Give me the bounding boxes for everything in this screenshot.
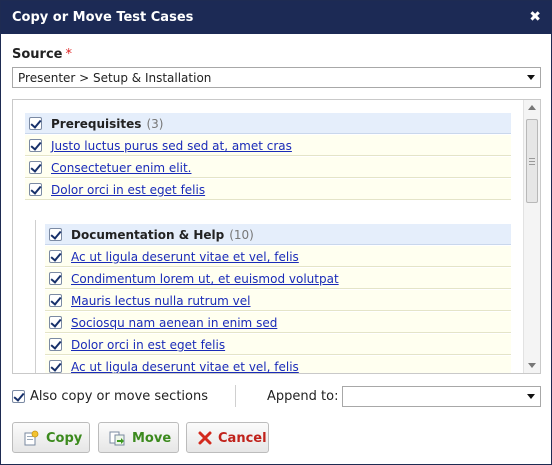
- list-item[interactable]: Ac ut ligula deserunt vitae et vel, feli…: [45, 246, 511, 267]
- checkbox-checked-icon[interactable]: [49, 338, 62, 351]
- source-label: Source *: [12, 47, 72, 62]
- checkbox-checked-icon[interactable]: [29, 139, 42, 152]
- source-select-value: Presenter > Setup & Installation: [18, 71, 212, 85]
- cancel-icon: [198, 431, 212, 445]
- close-icon[interactable]: ✖: [529, 9, 541, 25]
- checkbox-checked-icon[interactable]: [49, 228, 62, 241]
- test-case-link[interactable]: Ac ut ligula deserunt vitae et vel, feli…: [71, 250, 299, 264]
- dialog-title: Copy or Move Test Cases: [12, 10, 194, 25]
- checkbox-checked-icon[interactable]: [29, 117, 42, 130]
- test-case-link[interactable]: Dolor orci in est eget felis: [71, 338, 225, 352]
- list-item[interactable]: Dolor orci in est eget felis: [25, 179, 511, 200]
- section-count: (10): [229, 228, 254, 242]
- list-item[interactable]: Sociosqu nam aenean in enim sed: [45, 312, 511, 333]
- checkbox-checked-icon[interactable]: [49, 294, 62, 307]
- required-mark: *: [65, 47, 72, 62]
- test-case-link[interactable]: Mauris lectus nulla rutrum vel: [71, 294, 251, 308]
- also-copy-label: Also copy or move sections: [30, 389, 209, 404]
- copy-move-dialog: Copy or Move Test Cases ✖ Source * Presen…: [0, 0, 552, 465]
- list-item[interactable]: Justo luctus purus sed sed at, amet cras: [25, 135, 511, 156]
- scrollbar-thumb[interactable]: [526, 119, 538, 203]
- tree-scrollbar[interactable]: [523, 100, 540, 373]
- cancel-button-label: Cancel: [218, 431, 267, 446]
- cancel-button[interactable]: Cancel: [186, 422, 269, 453]
- move-button[interactable]: Move: [98, 422, 179, 453]
- copy-button[interactable]: Copy: [12, 422, 90, 453]
- test-case-link[interactable]: Ac ut ligula deserunt vitae et vel, feli…: [71, 360, 299, 373]
- scroll-up-icon[interactable]: [528, 105, 536, 110]
- chevron-down-icon: [527, 394, 535, 399]
- scroll-down-icon[interactable]: [528, 363, 536, 368]
- checkbox-checked-icon[interactable]: [49, 272, 62, 285]
- list-item[interactable]: Consectetuer enim elit.: [25, 157, 511, 178]
- section-name: Prerequisites: [51, 117, 142, 131]
- source-select[interactable]: Presenter > Setup & Installation: [12, 67, 541, 88]
- test-case-link[interactable]: Justo luctus purus sed sed at, amet cras: [51, 139, 292, 153]
- section-name: Documentation & Help: [71, 228, 225, 242]
- test-case-link[interactable]: Dolor orci in est eget felis: [51, 183, 205, 197]
- section-header-prerequisites[interactable]: Prerequisites (3): [25, 113, 511, 134]
- test-case-tree[interactable]: Prerequisites (3) Justo luctus purus sed …: [12, 99, 541, 374]
- move-button-label: Move: [132, 431, 172, 446]
- section-count: (3): [146, 117, 164, 131]
- checkbox-checked-icon[interactable]: [29, 161, 42, 174]
- source-label-text: Source: [12, 47, 63, 62]
- test-case-link[interactable]: Sociosqu nam aenean in enim sed: [71, 316, 277, 330]
- test-case-link[interactable]: Consectetuer enim elit.: [51, 161, 191, 175]
- checkbox-checked-icon[interactable]: [29, 183, 42, 196]
- chevron-down-icon: [527, 75, 535, 80]
- list-item[interactable]: Condimentum lorem ut, et euismod volutpa…: [45, 268, 511, 289]
- append-to-select[interactable]: [342, 386, 541, 407]
- list-item[interactable]: Ac ut ligula deserunt vitae et vel, feli…: [45, 356, 511, 373]
- copy-icon: [24, 430, 39, 446]
- test-case-link[interactable]: Condimentum lorem ut, et euismod volutpa…: [71, 272, 339, 286]
- divider: [235, 385, 236, 407]
- list-item[interactable]: Mauris lectus nulla rutrum vel: [45, 290, 511, 311]
- dialog-titlebar: Copy or Move Test Cases ✖: [1, 1, 551, 34]
- tree-indent-line: [35, 220, 36, 373]
- checkbox-checked-icon[interactable]: [49, 360, 62, 373]
- list-item[interactable]: Dolor orci in est eget felis: [45, 334, 511, 355]
- checkbox-checked-icon[interactable]: [49, 316, 62, 329]
- append-to-label: Append to:: [267, 389, 339, 404]
- checkbox-checked-icon[interactable]: [49, 250, 62, 263]
- move-icon: [109, 431, 125, 446]
- copy-button-label: Copy: [46, 431, 83, 446]
- checkbox-checked-icon[interactable]: [12, 390, 25, 403]
- section-header-documentation-help[interactable]: Documentation & Help (10): [45, 224, 511, 245]
